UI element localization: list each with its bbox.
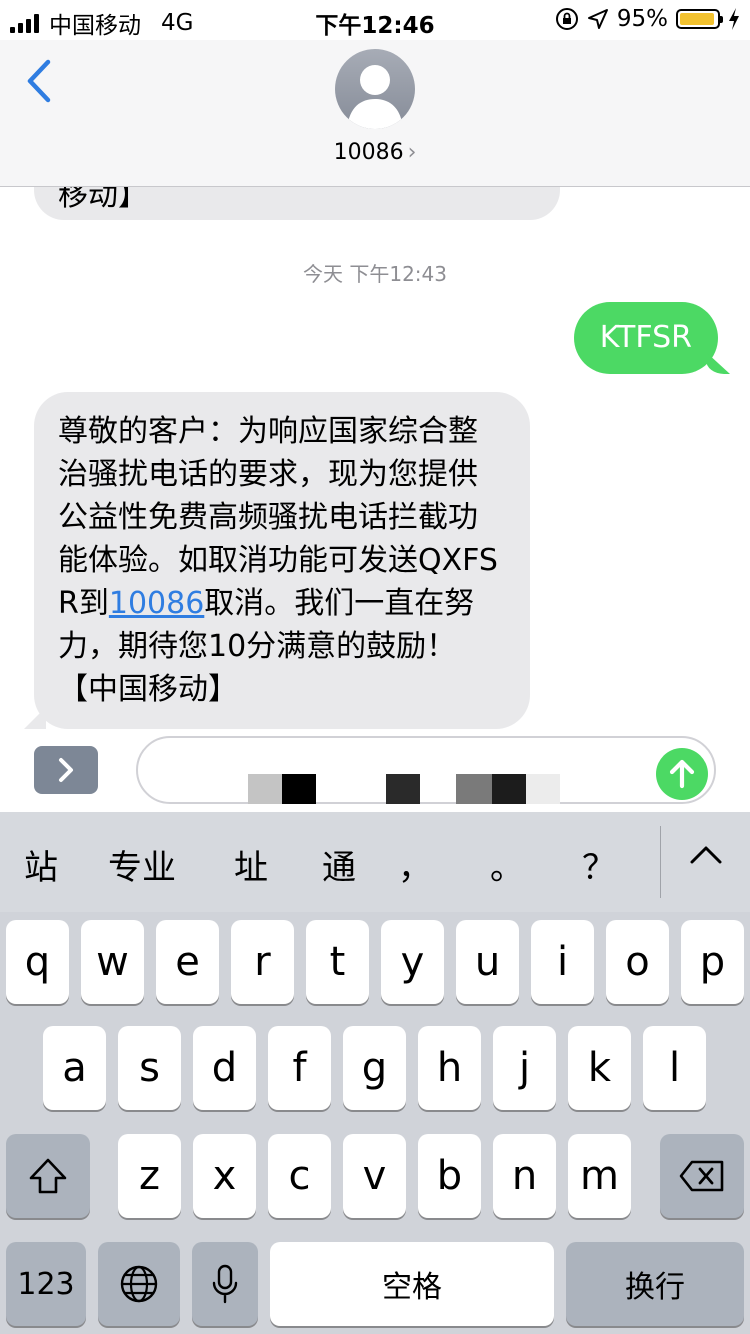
key-w[interactable]: w — [81, 920, 144, 1004]
candidate-5[interactable]: ， — [398, 840, 432, 889]
phone-number-link[interactable]: 10086 — [109, 586, 204, 621]
microphone-key[interactable] — [192, 1242, 258, 1326]
candidate-1[interactable]: 站 — [24, 840, 58, 889]
key-z[interactable]: z — [118, 1134, 181, 1218]
space-key[interactable]: 空格 — [270, 1242, 554, 1326]
key-y[interactable]: y — [381, 920, 444, 1004]
message-input[interactable] — [136, 736, 716, 804]
key-p[interactable]: p — [681, 920, 744, 1004]
key-l[interactable]: l — [643, 1026, 706, 1110]
delete-key[interactable] — [660, 1134, 744, 1218]
key-o[interactable]: o — [606, 920, 669, 1004]
conversation-header: 10086 › — [0, 40, 750, 187]
key-k[interactable]: k — [568, 1026, 631, 1110]
battery-icon — [676, 9, 723, 29]
composer-bar — [0, 734, 750, 812]
key-a[interactable]: a — [43, 1026, 106, 1110]
chevron-right-icon[interactable] — [34, 746, 98, 794]
candidate-2[interactable]: 专业 — [108, 840, 176, 889]
key-e[interactable]: e — [156, 920, 219, 1004]
contact-number: 10086 — [333, 140, 404, 165]
previous-message-bubble[interactable]: 移动】 — [34, 186, 560, 220]
candidate-bar: 站 专业 址 通 ， 。 ？ — [0, 812, 750, 912]
key-m[interactable]: m — [568, 1134, 631, 1218]
previous-message-text: 移动】 — [58, 186, 148, 213]
key-h[interactable]: h — [418, 1026, 481, 1110]
globe-icon — [120, 1265, 158, 1303]
return-key[interactable]: 换行 — [566, 1242, 744, 1326]
key-g[interactable]: g — [343, 1026, 406, 1110]
key-b[interactable]: b — [418, 1134, 481, 1218]
arrow-up-icon[interactable] — [656, 748, 708, 800]
key-n[interactable]: n — [493, 1134, 556, 1218]
orientation-lock-icon — [555, 8, 578, 30]
key-v[interactable]: v — [343, 1134, 406, 1218]
message-timestamp: 今天 下午12:43 — [303, 262, 447, 286]
key-r[interactable]: r — [231, 920, 294, 1004]
key-f[interactable]: f — [268, 1026, 331, 1110]
key-t[interactable]: t — [306, 920, 369, 1004]
chevron-up-icon[interactable] — [686, 840, 726, 870]
candidate-divider — [660, 826, 661, 898]
candidate-4[interactable]: 通 — [322, 840, 356, 889]
key-q[interactable]: q — [6, 920, 69, 1004]
status-right: 95% — [555, 6, 740, 32]
globe-key[interactable] — [98, 1242, 180, 1326]
battery-percent: 95% — [616, 6, 668, 32]
contact-name[interactable]: 10086 › — [0, 140, 750, 165]
key-x[interactable]: x — [193, 1134, 256, 1218]
key-c[interactable]: c — [268, 1134, 331, 1218]
keyboard: 站 专业 址 通 ， 。 ？ q w e r t y u i o p a s d… — [0, 812, 750, 1334]
key-u[interactable]: u — [456, 920, 519, 1004]
candidate-6[interactable]: 。 — [490, 840, 524, 889]
location-icon — [587, 9, 608, 29]
numbers-key[interactable]: 123 — [6, 1242, 86, 1326]
charging-icon — [729, 8, 739, 30]
outgoing-message-bubble[interactable]: KTFSR — [573, 302, 718, 374]
key-s[interactable]: s — [118, 1026, 181, 1110]
person-silhouette-icon[interactable] — [335, 49, 415, 129]
delete-backspace-icon — [679, 1160, 724, 1192]
shift-icon — [29, 1158, 67, 1194]
key-i[interactable]: i — [531, 920, 594, 1004]
outgoing-message-text: KTFSR — [599, 320, 692, 355]
key-d[interactable]: d — [193, 1026, 256, 1110]
status-bar: 中国移动 4G 下午12:46 95% — [0, 0, 750, 40]
shift-key[interactable] — [6, 1134, 90, 1218]
candidate-3[interactable]: 址 — [234, 840, 268, 889]
candidate-7[interactable]: ？ — [582, 840, 616, 889]
incoming-message-bubble[interactable]: 尊敬的客户：为响应国家综合整治骚扰电话的要求，现为您提供公益性免费高频骚扰电话拦… — [34, 392, 530, 729]
contact-chevron-icon: › — [407, 140, 417, 165]
key-j[interactable]: j — [493, 1026, 556, 1110]
microphone-icon — [212, 1264, 238, 1304]
battery-fill — [680, 13, 715, 25]
chevron-left-icon[interactable] — [20, 56, 60, 106]
message-list[interactable]: 移动】 今天 下午12:43 KTFSR 尊敬的客户：为响应国家综合整治骚扰电话… — [0, 186, 750, 734]
